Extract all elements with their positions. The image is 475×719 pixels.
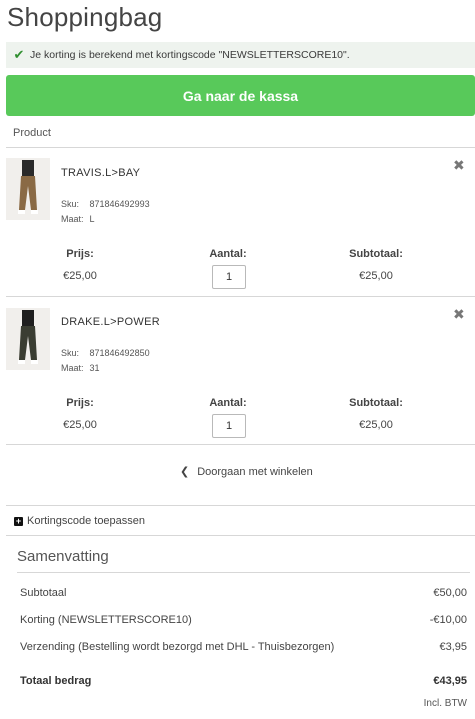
divider: [6, 296, 475, 297]
divider: [6, 444, 475, 445]
continue-shopping-link[interactable]: ❮ Doorgaan met winkelen: [180, 465, 313, 479]
quantity-label: Aantal:: [209, 397, 247, 409]
chevron-left-icon: ❮: [180, 466, 190, 478]
price-label: Prijs:: [66, 397, 94, 409]
quantity-input[interactable]: [212, 414, 246, 438]
quantity-input[interactable]: [212, 265, 246, 289]
plus-square-icon: +: [14, 515, 23, 526]
summary-title: Samenvatting: [17, 548, 109, 565]
vat-note: Incl. BTW: [423, 698, 467, 709]
page-title: Shoppingbag: [7, 2, 163, 32]
coupon-label: Kortingscode toepassen: [27, 515, 146, 527]
price-label: Prijs:: [66, 248, 94, 260]
subtotal-label: Subtotaal:: [349, 248, 403, 260]
divider: [6, 147, 475, 148]
product-image[interactable]: [6, 158, 50, 220]
product-image[interactable]: [6, 308, 50, 370]
divider: [6, 535, 475, 536]
price-value: €25,00: [63, 270, 97, 282]
product-name[interactable]: DRAKE.L>POWER: [61, 316, 160, 328]
subtotal-label: Subtotaal:: [349, 397, 403, 409]
discount-notice: ✔ Je korting is berekend met kortingscod…: [6, 42, 475, 68]
product-sku: Sku: 871846492993: [61, 199, 150, 209]
subtotal-value: €25,00: [359, 419, 393, 431]
remove-item-icon[interactable]: ✖: [453, 157, 465, 174]
checkout-button[interactable]: Ga naar de kassa: [6, 75, 475, 116]
checkmark-icon: ✔: [13, 47, 25, 62]
column-header-product: Product: [13, 127, 51, 139]
summary-row-discount: Korting (NEWSLETTERSCORE10) -€10,00: [20, 614, 467, 626]
price-value: €25,00: [63, 419, 97, 431]
remove-item-icon[interactable]: ✖: [453, 306, 465, 323]
notice-text: Je korting is berekend met kortingscode …: [30, 49, 350, 61]
dark-olive-trousers-photo: [6, 308, 50, 370]
summary-row-subtotal: Subtotaal €50,00: [20, 587, 467, 599]
summary-row-shipping: Verzending (Bestelling wordt bezorgd met…: [20, 641, 467, 653]
product-size: Maat: L: [61, 214, 95, 224]
divider: [6, 505, 475, 506]
product-sku: Sku: 871846492850: [61, 348, 150, 358]
summary-row-total: Totaal bedrag €43,95: [20, 675, 467, 687]
divider: [17, 572, 470, 573]
product-size: Maat: 31: [61, 363, 100, 373]
subtotal-value: €25,00: [359, 270, 393, 282]
product-name[interactable]: TRAVIS.L>BAY: [61, 167, 140, 179]
apply-coupon-toggle[interactable]: + Kortingscode toepassen: [14, 515, 145, 527]
brown-trousers-photo: [6, 158, 50, 220]
continue-shopping-label: Doorgaan met winkelen: [197, 465, 313, 478]
quantity-label: Aantal:: [209, 248, 247, 260]
